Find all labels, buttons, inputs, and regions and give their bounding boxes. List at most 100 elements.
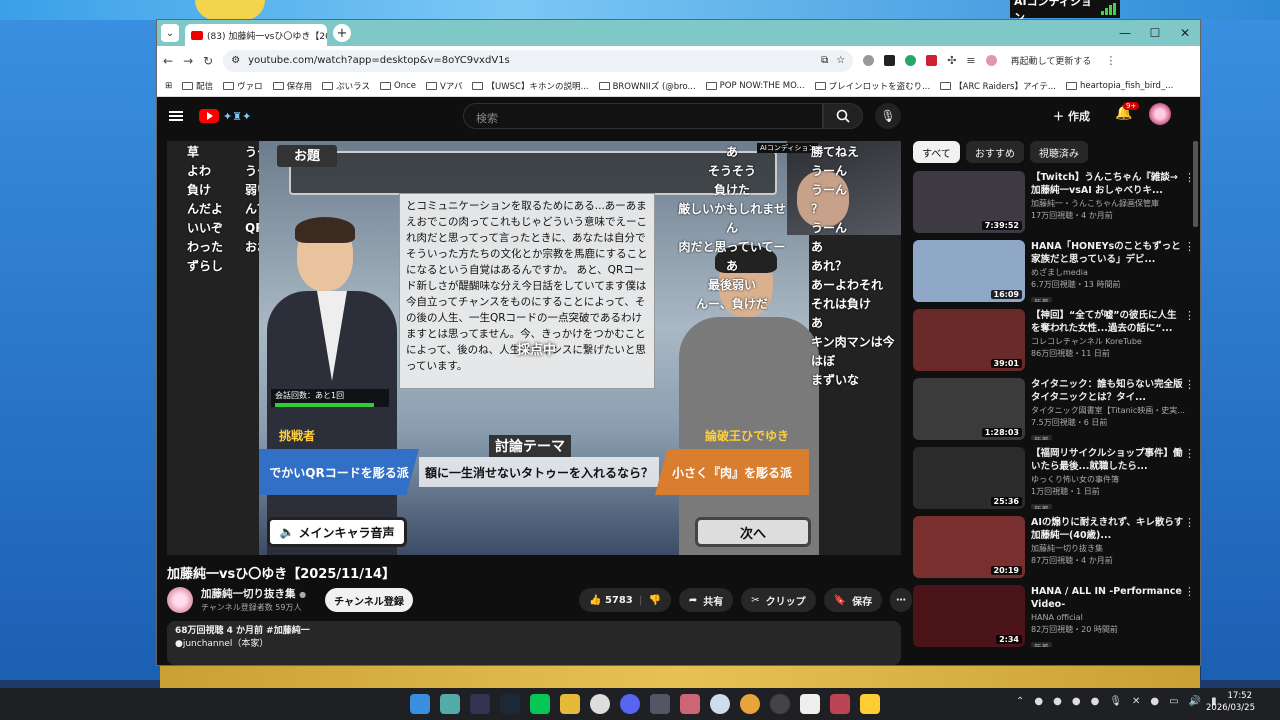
dislike-button[interactable]: 👎	[648, 595, 660, 606]
app-icon[interactable]	[740, 694, 760, 714]
rec-item[interactable]: 25:36 【福岡リサイクルショップ事件】働いたら最後...就職したら... ゆっく…	[913, 447, 1195, 509]
rec-channel[interactable]: めざましmedia	[1031, 267, 1195, 278]
description-box[interactable]: 68万回視聴 4 か月前 #加藤純一 ●junchannel（本家）	[167, 621, 901, 665]
maximize-icon[interactable]: ☐	[1140, 20, 1170, 46]
rec-item[interactable]: 39:01 【神回】“全てが嘘”の彼氏に人生を奪われた女性...過去の話に“...…	[913, 309, 1195, 371]
clock[interactable]: 17:52 2026/03/25	[1206, 690, 1255, 714]
app-icon[interactable]	[830, 694, 850, 714]
more-actions-button[interactable]: ⋯	[890, 588, 913, 612]
search-button[interactable]	[823, 103, 863, 129]
extension-icon[interactable]	[863, 55, 875, 66]
mic-icon[interactable]: 🎙	[1109, 696, 1122, 707]
rec-thumbnail[interactable]: 7:39:52	[913, 171, 1025, 233]
app-icon[interactable]	[650, 694, 670, 714]
chip-0[interactable]: すべて	[913, 141, 960, 163]
page-scrollbar[interactable]	[1193, 141, 1198, 227]
extensions-puzzle-icon[interactable]: ✣	[947, 54, 956, 67]
more-options-icon[interactable]: ⋮	[1184, 240, 1195, 253]
profile-icon[interactable]	[985, 55, 997, 66]
rec-channel[interactable]: 加藤純一・うんこちゃん録画保管庫	[1031, 198, 1195, 209]
rec-channel[interactable]: 加藤純一切り抜き集	[1031, 543, 1195, 554]
app-icon[interactable]	[470, 694, 490, 714]
tab-search-button[interactable]: ⌄	[161, 24, 179, 42]
rec-item[interactable]: 1:28:03 タイタニック：誰も知らない完全版タイタニックとは？タイ... タイタ…	[913, 378, 1195, 440]
rec-thumbnail[interactable]: 16:09	[913, 240, 1025, 302]
steam-icon[interactable]	[500, 694, 520, 714]
channel-avatar[interactable]	[167, 587, 193, 613]
app-icon[interactable]	[860, 694, 880, 714]
save-button[interactable]: 🔖 保存	[823, 588, 883, 612]
bookmark-item[interactable]: ぷいラス	[322, 80, 370, 92]
menu-icon[interactable]	[169, 111, 183, 121]
rec-title[interactable]: AIの煽りに耐えきれず、キレ散らす加藤純一(40歳)...	[1031, 516, 1195, 542]
bookmark-item[interactable]: BROWNIIズ (@bro...	[598, 80, 696, 92]
install-app-icon[interactable]: ⧉	[821, 55, 828, 66]
bookmark-star-icon[interactable]: ☆	[836, 55, 845, 66]
volume-icon[interactable]: 🔊	[1189, 696, 1201, 707]
bookmark-item[interactable]: 配信	[182, 80, 213, 92]
share-button[interactable]: ➦ 共有	[678, 588, 734, 612]
chrome-icon[interactable]	[590, 694, 610, 714]
tray-icon[interactable]: ●	[1034, 696, 1043, 707]
folder-icon[interactable]	[560, 694, 580, 714]
video-player[interactable]: 草よわ負けんだよいいぞわったずらし うーんうーん弱いん？QRで勝ておおおお お題…	[167, 141, 901, 555]
site-info-icon[interactable]: ⚙	[231, 55, 240, 66]
rec-title[interactable]: HANA「HONEYsのこともずっと家族だと思っている」デビ...	[1031, 240, 1195, 266]
app-icon[interactable]	[710, 694, 730, 714]
search-input[interactable]: 検索	[463, 103, 823, 129]
app-icon[interactable]	[680, 694, 700, 714]
bookmark-item[interactable]: Vアバ	[426, 80, 462, 92]
subscribe-button[interactable]: チャンネル登録	[325, 588, 413, 612]
rec-title[interactable]: 【福岡リサイクルショップ事件】働いたら最後...就職したら...	[1031, 447, 1195, 473]
rec-title[interactable]: HANA / ALL IN -Performance Video-	[1031, 585, 1195, 611]
bookmark-item[interactable]: Once	[380, 81, 416, 91]
network-icon[interactable]: ▭	[1169, 696, 1178, 707]
extension-icon[interactable]	[905, 55, 917, 66]
bookmark-item[interactable]: heartopia_fish_bird_...	[1065, 81, 1173, 91]
rec-item[interactable]: 7:39:52 【Twitch】うんこちゃん『雑談→加藤純一vsAI おしゃべりキ…	[913, 171, 1195, 233]
more-options-icon[interactable]: ⋮	[1184, 585, 1195, 598]
line-icon[interactable]	[530, 694, 550, 714]
rec-channel[interactable]: タイタニック図書室【Titanic映画・史実...	[1031, 405, 1195, 416]
rec-channel[interactable]: ゆっくり怖い女の事件簿	[1031, 474, 1195, 485]
rec-thumbnail[interactable]: 20:19	[913, 516, 1025, 578]
app-icon[interactable]	[770, 694, 790, 714]
rec-thumbnail[interactable]: 1:28:03	[913, 378, 1025, 440]
voice-search-icon[interactable]: 🎙	[875, 103, 901, 129]
bookmark-item[interactable]: 【UWSC】キホンの説明...	[472, 80, 589, 92]
forward-icon[interactable]: →	[183, 54, 193, 68]
back-icon[interactable]: ←	[163, 54, 173, 68]
app-icon[interactable]	[440, 694, 460, 714]
active-tab[interactable]: (83) 加藤純一vsひ〇ゆき【20: 🔊 ×	[185, 24, 327, 46]
more-options-icon[interactable]: ⋮	[1184, 309, 1195, 322]
doodle-logo-icon[interactable]: ✦♜✦	[223, 110, 251, 123]
bookmark-item[interactable]: 保存用	[272, 80, 312, 92]
discord-icon[interactable]	[620, 694, 640, 714]
rec-channel[interactable]: コレコレチャンネル KoreTube	[1031, 336, 1195, 347]
channel-name[interactable]: 加藤純一切り抜き集 ●	[201, 586, 306, 601]
bookmark-item[interactable]: 【ARC Raiders】アイテ...	[940, 80, 1056, 92]
rec-item[interactable]: 16:09 HANA「HONEYsのこともずっと家族だと思っている」デビ... めざ…	[913, 240, 1195, 302]
bookmark-item[interactable]: POP NOW:THE MO...	[705, 81, 805, 91]
clip-button[interactable]: ✂ クリップ	[741, 588, 816, 612]
more-options-icon[interactable]: ⋮	[1184, 516, 1195, 529]
like-button[interactable]: 👍 5783	[589, 595, 633, 606]
address-bar[interactable]: ⚙ youtube.com/watch?app=desktop&v=8oYC9v…	[223, 49, 854, 72]
rec-thumbnail[interactable]: 25:36	[913, 447, 1025, 509]
reload-icon[interactable]: ↻	[203, 54, 213, 68]
media-control-icon[interactable]: ≡	[966, 54, 975, 67]
tray-icon[interactable]: ●	[1072, 696, 1081, 707]
rec-item[interactable]: 2:34 HANA / ALL IN -Performance Video- HAN…	[913, 585, 1195, 647]
tray-icon[interactable]: ●	[1053, 696, 1062, 707]
restart-update-button[interactable]: 再起動して更新する	[1007, 54, 1096, 67]
rec-thumbnail[interactable]: 39:01	[913, 309, 1025, 371]
apps-grid-icon[interactable]: ⊞	[165, 81, 172, 91]
rec-item[interactable]: 20:19 AIの煽りに耐えきれず、キレ散らす加藤純一(40歳)... 加藤純一切り…	[913, 516, 1195, 578]
user-avatar[interactable]	[1149, 103, 1171, 125]
more-options-icon[interactable]: ⋮	[1184, 447, 1195, 460]
extension-icon[interactable]	[884, 55, 896, 66]
tray-icon[interactable]: ✕	[1132, 696, 1140, 707]
new-tab-button[interactable]: +	[333, 24, 351, 42]
create-button[interactable]: ＋ 作成	[1053, 103, 1090, 129]
rec-title[interactable]: タイタニック：誰も知らない完全版タイタニックとは？タイ...	[1031, 378, 1195, 404]
